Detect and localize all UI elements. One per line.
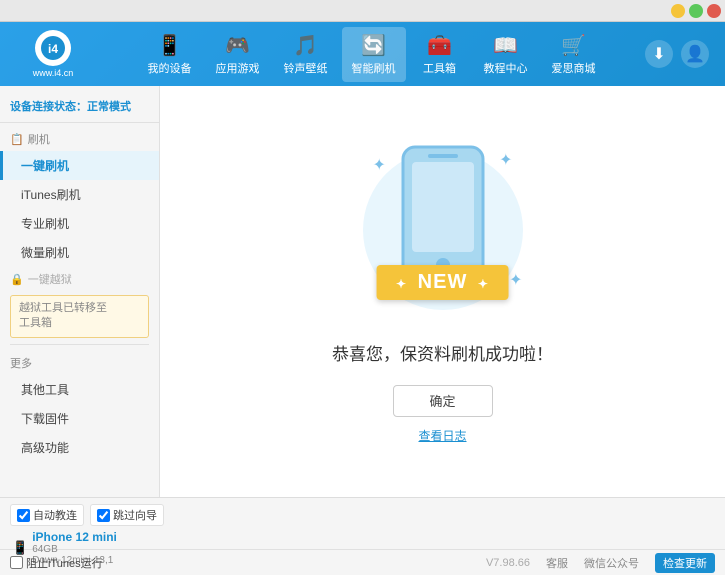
bottom-bar: 自动教连 跳过向导 📱 iPhone 12 mini 64GB Down-12m… (0, 497, 725, 549)
auto-connect-label: 自动教连 (33, 507, 77, 523)
user-button[interactable]: 👤 (681, 40, 709, 68)
nav-right-area: ⬇ 👤 (645, 40, 709, 68)
footer-right: V7.98.66 客服 微信公众号 检查更新 (486, 553, 715, 573)
sparkle-2: ✦ (499, 150, 512, 170)
maximize-button[interactable] (689, 4, 703, 18)
new-ribbon: NEW (376, 265, 509, 300)
sidebar-item-advanced[interactable]: 高级功能 (0, 433, 159, 462)
auto-connect-input[interactable] (17, 509, 30, 522)
device-nav-label: 我的设备 (148, 60, 192, 76)
lock-icon: 🔒 (10, 273, 24, 286)
skip-wizard-label: 跳过向导 (113, 507, 157, 523)
view-log-link[interactable]: 查看日志 (418, 427, 466, 444)
sidebar: 设备连接状态：正常模式 📋 刷机 一键刷机 iTunes刷机 专业刷机 微量刷机… (0, 86, 160, 497)
nav-item-tutorial[interactable]: 📖 教程中心 (474, 27, 538, 82)
main-layout: 设备连接状态：正常模式 📋 刷机 一键刷机 iTunes刷机 专业刷机 微量刷机… (0, 86, 725, 497)
jailbreak-notice: 越狱工具已转移至 工具箱 (10, 295, 149, 338)
nav-item-apps[interactable]: 🎮 应用游戏 (206, 27, 270, 82)
svg-text:i4: i4 (48, 42, 58, 56)
sidebar-item-onekey[interactable]: 一键刷机 (0, 151, 159, 180)
logo-icon: i4 (35, 30, 71, 66)
close-button[interactable] (707, 4, 721, 18)
shop-nav-label: 爱思商城 (552, 60, 596, 76)
logo-area: i4 www.i4.cn (8, 30, 98, 78)
nav-bar: 📱 我的设备 🎮 应用游戏 🎵 铃声壁纸 🔄 智能刷机 🧰 工具箱 📖 教程中心… (98, 27, 645, 82)
device-status: 设备连接状态：正常模式 (0, 94, 159, 123)
tutorial-nav-icon: 📖 (493, 33, 518, 58)
header: i4 www.i4.cn 📱 我的设备 🎮 应用游戏 🎵 铃声壁纸 🔄 智能刷机… (0, 22, 725, 86)
download-button[interactable]: ⬇ (645, 40, 673, 68)
status-value: 正常模式 (87, 101, 131, 113)
nav-item-tools[interactable]: 🧰 工具箱 (410, 27, 470, 82)
ringtone-nav-label: 铃声壁纸 (284, 60, 328, 76)
nav-item-device[interactable]: 📱 我的设备 (138, 27, 202, 82)
update-button[interactable]: 检查更新 (655, 553, 715, 573)
device-capacity: 64GB (32, 544, 117, 555)
stop-itunes-input[interactable] (10, 556, 23, 569)
service-link[interactable]: 客服 (546, 555, 568, 571)
phone-svg (398, 142, 488, 282)
flash-group-header: 📋 刷机 (0, 127, 159, 151)
nav-item-shop[interactable]: 🛒 爱思商城 (542, 27, 606, 82)
nav-item-ringtone[interactable]: 🎵 铃声壁纸 (274, 27, 338, 82)
flash-group-icon: 📋 (10, 133, 24, 146)
flash-group-label: 刷机 (28, 131, 50, 147)
sparkle-1: ✦ (373, 155, 386, 175)
status-label: 设备连接状态： (10, 101, 87, 113)
wechat-link[interactable]: 微信公众号 (584, 555, 639, 571)
version-label: V7.98.66 (486, 557, 530, 569)
tutorial-nav-label: 教程中心 (484, 60, 528, 76)
minimize-button[interactable] (671, 4, 685, 18)
more-group-label: 更多 (10, 355, 32, 371)
main-content: ✦ ✦ ✦ NEW 恭喜您，保资料刷机成功啦！ 确定 查看日志 (160, 86, 725, 497)
title-bar (0, 0, 725, 22)
sidebar-section-flash: 📋 刷机 一键刷机 iTunes刷机 专业刷机 微量刷机 🔒 一键越狱 越狱工具… (0, 127, 159, 338)
jailbreak-header: 🔒 一键越狱 (0, 267, 159, 291)
sidebar-item-download-firmware[interactable]: 下载固件 (0, 404, 159, 433)
success-illustration: ✦ ✦ ✦ NEW (353, 140, 533, 320)
stop-itunes-label: 阻止iTunes运行 (26, 555, 103, 571)
device-nav-icon: 📱 (157, 33, 182, 58)
confirm-button[interactable]: 确定 (393, 385, 493, 417)
tools-nav-icon: 🧰 (427, 33, 452, 58)
success-message: 恭喜您，保资料刷机成功啦！ (332, 340, 553, 365)
sidebar-section-more: 更多 其他工具 下载固件 高级功能 (0, 351, 159, 462)
apps-nav-icon: 🎮 (225, 33, 250, 58)
device-name: iPhone 12 mini (32, 530, 117, 544)
shop-nav-icon: 🛒 (561, 33, 586, 58)
more-group-header: 更多 (0, 351, 159, 375)
jailbreak-label: 一键越狱 (28, 271, 72, 287)
new-label: NEW (418, 271, 468, 293)
smart-nav-icon: 🔄 (361, 33, 386, 58)
skip-wizard-input[interactable] (97, 509, 110, 522)
tools-nav-label: 工具箱 (423, 60, 456, 76)
sidebar-item-micro[interactable]: 微量刷机 (0, 238, 159, 267)
nav-item-smart[interactable]: 🔄 智能刷机 (342, 27, 406, 82)
smart-nav-label: 智能刷机 (352, 60, 396, 76)
sidebar-item-other[interactable]: 其他工具 (0, 375, 159, 404)
sidebar-divider (10, 344, 149, 345)
stop-itunes-checkbox[interactable]: 阻止iTunes运行 (10, 555, 103, 571)
ringtone-nav-icon: 🎵 (293, 33, 318, 58)
sparkle-3: ✦ (509, 270, 522, 290)
sidebar-item-itunes[interactable]: iTunes刷机 (0, 180, 159, 209)
sidebar-item-pro[interactable]: 专业刷机 (0, 209, 159, 238)
logo-text: www.i4.cn (33, 68, 74, 78)
apps-nav-label: 应用游戏 (216, 60, 260, 76)
